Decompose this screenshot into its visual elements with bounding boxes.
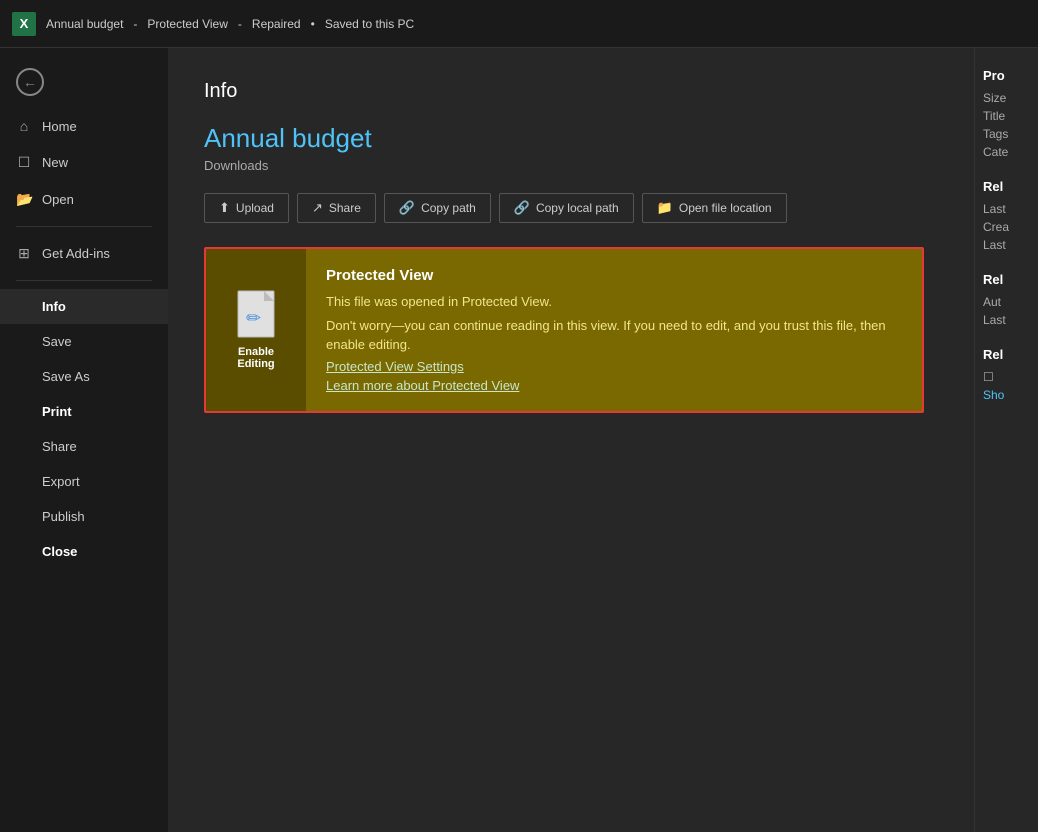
file-name: Annual budget <box>204 123 938 154</box>
open-icon: 📂 <box>16 191 32 208</box>
banner-icon-area[interactable]: ✏ EnableEditing <box>206 249 306 411</box>
main-content: Info Annual budget Downloads ⬆ Upload ↗ … <box>168 48 974 832</box>
categories-row: Cate <box>983 145 1030 159</box>
sidebar-item-get-add-ins[interactable]: ⊞ Get Add-ins <box>0 235 168 272</box>
sidebar-divider-2 <box>16 280 152 281</box>
related-dates-heading: Rel <box>983 179 1030 194</box>
page-title: Info <box>204 80 938 103</box>
copy-path-button[interactable]: 🔗 Copy path <box>384 193 491 223</box>
sidebar-divider <box>16 226 152 227</box>
sidebar-item-home[interactable]: ⌂ Home <box>0 108 168 144</box>
titlebar: X Annual budget - Protected View - Repai… <box>0 0 1038 48</box>
last-printed-row: Last <box>983 238 1030 252</box>
sidebar-item-export[interactable]: Export <box>0 464 168 499</box>
properties-section: Pro Size Title Tags Cate <box>983 68 1030 159</box>
created-row: Crea <box>983 220 1030 234</box>
last-modified-row: Last <box>983 202 1030 216</box>
banner-content: Protected View This file was opened in P… <box>306 249 922 411</box>
back-button[interactable]: ← <box>0 56 168 108</box>
title-separator1: - <box>133 17 137 31</box>
show-all-link[interactable]: Sho <box>983 388 1030 402</box>
sidebar-item-save[interactable]: Save <box>0 324 168 359</box>
last-modified-by-row: Last <box>983 313 1030 327</box>
related-dates-section: Rel Last Crea Last <box>983 179 1030 252</box>
title-repaired: Repaired <box>252 17 301 31</box>
doc-icon-row: ☐ <box>983 370 1030 384</box>
open-file-location-icon: 📁 <box>657 200 673 216</box>
sidebar-item-share[interactable]: Share <box>0 429 168 464</box>
title-bullet: • <box>311 17 315 31</box>
share-button[interactable]: ↗ Share <box>297 193 376 223</box>
size-row: Size <box>983 91 1030 105</box>
new-icon: ☐ <box>16 154 32 171</box>
banner-title: Protected View <box>326 267 902 284</box>
back-arrow-icon: ← <box>16 68 44 96</box>
title-separator2: - <box>238 17 242 31</box>
author-row: Aut <box>983 295 1030 309</box>
copy-local-path-button[interactable]: 🔗 Copy local path <box>499 193 634 223</box>
sidebar-item-info[interactable]: Info <box>0 289 168 324</box>
banner-line2: Don't worry—you can continue reading in … <box>326 316 902 355</box>
related-docs-heading: Rel <box>983 347 1030 362</box>
excel-app-icon: X <box>12 12 36 36</box>
related-people-heading: Rel <box>983 272 1030 287</box>
tags-row: Tags <box>983 127 1030 141</box>
title-protected-view: Protected View <box>147 17 228 31</box>
copy-path-icon: 🔗 <box>399 200 415 216</box>
sidebar-item-close[interactable]: Close <box>0 534 168 569</box>
document-icon: ✏ <box>236 290 276 338</box>
sidebar-item-save-as[interactable]: Save As <box>0 359 168 394</box>
share-btn-icon: ↗ <box>312 200 323 216</box>
related-people-section: Rel Aut Last <box>983 272 1030 327</box>
home-icon: ⌂ <box>16 118 32 134</box>
sidebar-item-print[interactable]: Print <box>0 394 168 429</box>
sidebar-item-publish[interactable]: Publish <box>0 499 168 534</box>
title-save-status: Saved to this PC <box>325 17 414 31</box>
enable-editing-label: EnableEditing <box>237 346 274 370</box>
banner-line1: This file was opened in Protected View. <box>326 292 902 312</box>
app-body: ← ⌂ Home ☐ New 📂 Open ⊞ Get Add-ins Info… <box>0 48 1038 832</box>
properties-heading: Pro <box>983 68 1030 83</box>
related-docs-section: Rel ☐ Sho <box>983 347 1030 402</box>
title-row: Title <box>983 109 1030 123</box>
copy-local-path-icon: 🔗 <box>514 200 530 216</box>
right-panel: Pro Size Title Tags Cate Rel Last Crea L… <box>974 48 1038 832</box>
svg-text:✏: ✏ <box>246 308 261 328</box>
protected-view-banner: ✏ EnableEditing Protected View This file… <box>204 247 924 413</box>
sidebar-item-open[interactable]: 📂 Open <box>0 181 168 218</box>
upload-icon: ⬆ <box>219 200 230 216</box>
title-file-name: Annual budget <box>46 17 123 31</box>
sidebar-item-new[interactable]: ☐ New <box>0 144 168 181</box>
add-ins-icon: ⊞ <box>16 245 32 262</box>
upload-button[interactable]: ⬆ Upload <box>204 193 289 223</box>
action-buttons: ⬆ Upload ↗ Share 🔗 Copy path 🔗 Copy loca… <box>204 193 938 223</box>
file-location: Downloads <box>204 158 938 173</box>
learn-more-link[interactable]: Learn more about Protected View <box>326 378 902 393</box>
protected-view-settings-link[interactable]: Protected View Settings <box>326 359 902 374</box>
sidebar: ← ⌂ Home ☐ New 📂 Open ⊞ Get Add-ins Info… <box>0 48 168 832</box>
open-file-location-button[interactable]: 📁 Open file location <box>642 193 787 223</box>
